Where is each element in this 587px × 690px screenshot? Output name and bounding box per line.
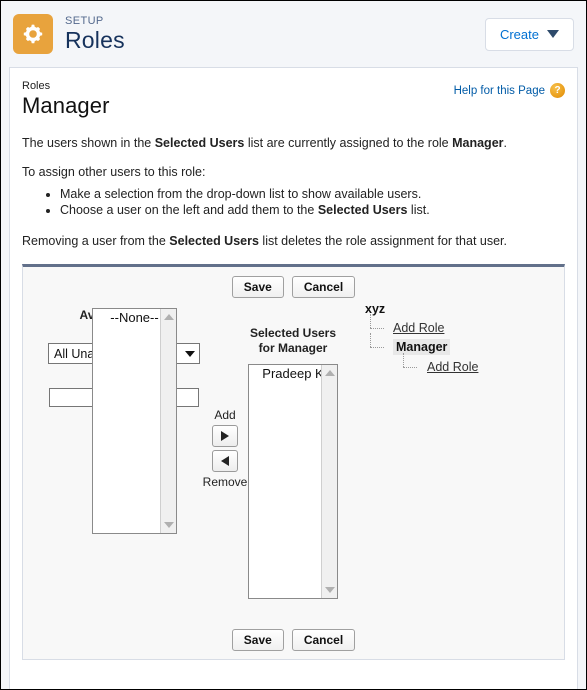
content-card: Roles Manager Help for this Page ? The u…: [9, 67, 578, 689]
record-header: Roles Manager: [22, 80, 110, 119]
removal-text-a: Removing a user from the: [22, 234, 170, 248]
available-users-listbox[interactable]: --None--: [92, 308, 177, 534]
arrow-right-icon: [221, 431, 229, 441]
page-title: Roles: [65, 26, 125, 53]
tree-node-add-role-root: Add Role: [363, 314, 578, 335]
role-hierarchy-tree: xyz Add Role Manager Add Role: [363, 302, 578, 374]
panel-top-button-row: Save Cancel: [23, 267, 564, 298]
scroll-up-icon[interactable]: [163, 314, 174, 320]
scroll-down-icon[interactable]: [324, 587, 335, 593]
save-button-top[interactable]: Save: [231, 276, 284, 298]
save-button-bottom[interactable]: Save: [231, 629, 284, 651]
list-item: Choose a user on the left and add them t…: [60, 203, 565, 217]
intro-paragraph-2: To assign other users to this role:: [22, 165, 206, 179]
bullet-1-a: Make a selection from the drop-down list…: [60, 187, 422, 201]
create-button-label: Create: [499, 26, 539, 42]
record-header-row: Roles Manager Help for this Page ?: [22, 80, 565, 119]
intro-text-a: The users shown in the: [22, 136, 155, 150]
tree-node-add-role-child: Add Role: [363, 353, 578, 374]
question-mark-icon: ?: [550, 83, 565, 98]
chevron-down-icon: [185, 350, 195, 357]
selected-users-label-line1: Selected Users: [249, 326, 337, 340]
cancel-button-bottom[interactable]: Cancel: [291, 629, 356, 651]
scroll-down-icon[interactable]: [163, 522, 174, 528]
breadcrumb[interactable]: Roles: [22, 80, 110, 92]
help-link-label: Help for this Page: [453, 84, 545, 97]
chevron-down-icon: [547, 30, 559, 38]
tree-current-role[interactable]: Manager: [393, 339, 451, 355]
add-role-link-child[interactable]: Add Role: [427, 360, 478, 374]
tree-root-xyz: xyz: [365, 302, 386, 316]
selected-users-label-line2: for Manager: [258, 341, 328, 355]
create-button[interactable]: Create: [484, 17, 574, 51]
intro-text-c: list are currently assigned to the role: [244, 136, 453, 150]
intro-paragraph-1: The users shown in the Selected Users li…: [22, 136, 565, 150]
bullet-2-c: list.: [407, 203, 430, 217]
selected-users-column: Selected Users for Manager Pradeep K: [233, 326, 353, 599]
record-title: Manager: [22, 93, 110, 118]
removal-text-c: list deletes the role assignment for tha…: [258, 234, 507, 248]
panel-body: Available Users Search: All Unassigned f…: [23, 298, 564, 650]
gear-icon: [13, 14, 53, 54]
setup-eyebrow: SETUP: [65, 14, 104, 27]
selected-users-listbox[interactable]: Pradeep K: [248, 364, 338, 599]
selected-listbox-scrollbar[interactable]: [321, 365, 337, 598]
arrow-left-icon: [221, 456, 229, 466]
list-item: Make a selection from the drop-down list…: [60, 187, 565, 201]
help-for-this-page-link[interactable]: Help for this Page ?: [454, 83, 565, 98]
tree-node-manager: Manager: [363, 333, 578, 355]
setup-header: SETUP Roles Create: [1, 1, 586, 67]
bullet-2-b: Selected Users: [317, 203, 408, 217]
panel-bottom-button-row: Save Cancel: [23, 629, 564, 651]
removal-text-b: Selected Users: [169, 234, 259, 248]
available-users-column: Available Users Search: All Unassigned f…: [35, 308, 213, 534]
role-assignment-panel: Save Cancel Available Users Search: All …: [22, 264, 565, 660]
instruction-list: Make a selection from the drop-down list…: [22, 187, 565, 217]
header-titles: SETUP Roles: [65, 15, 125, 53]
available-listbox-scrollbar[interactable]: [160, 309, 176, 533]
intro-text-b: Selected Users: [154, 136, 245, 150]
intro-text-e: .: [503, 136, 507, 150]
roles-setup-page: SETUP Roles Create Roles Manager Help fo…: [0, 0, 587, 690]
add-role-link-root[interactable]: Add Role: [393, 321, 444, 335]
intro-paragraph-3: Removing a user from the Selected Users …: [22, 234, 565, 248]
cancel-button-top[interactable]: Cancel: [291, 276, 356, 298]
intro-text-d: Manager: [452, 136, 504, 150]
bullet-2-a: Choose a user on the left and add them t…: [60, 203, 318, 217]
scroll-up-icon[interactable]: [324, 370, 335, 376]
